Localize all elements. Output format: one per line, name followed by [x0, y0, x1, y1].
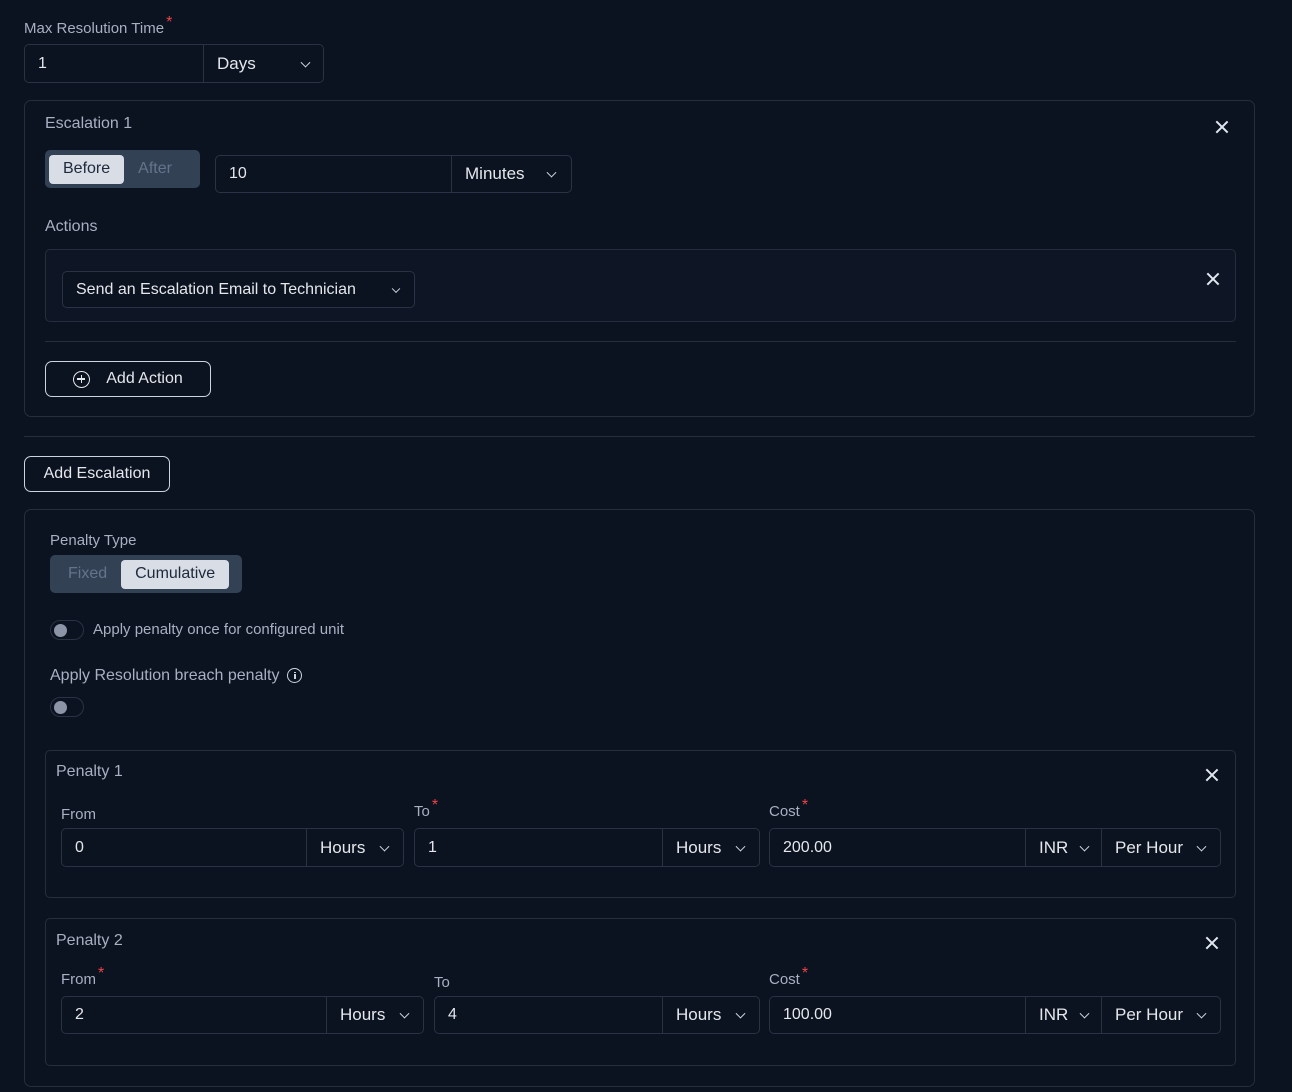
from-input[interactable]: 2 — [61, 996, 328, 1034]
segment-before[interactable]: Before — [49, 154, 125, 184]
close-escalation-icon[interactable] — [1215, 120, 1229, 134]
action-row: Send an Escalation Email to Technician — [45, 249, 1236, 322]
chevron-down-icon — [391, 284, 401, 293]
to-label-text: To — [414, 803, 430, 820]
required-marker: * — [98, 965, 105, 982]
from-unit: Hours — [340, 1005, 386, 1024]
to-value: 1 — [428, 838, 437, 856]
from-unit: Hours — [320, 837, 366, 857]
to-value: 4 — [448, 1006, 457, 1023]
action-value: Send an Escalation Email to Technician — [76, 280, 356, 298]
cost-value: 200.00 — [783, 838, 832, 856]
to-label: To — [434, 974, 450, 991]
add-action-button[interactable]: Add Action — [45, 361, 211, 397]
escalation-time-value: 10 — [229, 165, 247, 182]
cost-label-text: Cost — [769, 803, 800, 820]
max-resolution-unit: Days — [217, 53, 256, 73]
escalation-unit-select[interactable]: Minutes — [451, 155, 572, 193]
from-label: From * — [61, 965, 104, 989]
add-escalation-button[interactable]: Add Escalation — [24, 456, 170, 492]
penalty-type-toggle: Fixed Cumulative — [50, 555, 242, 593]
currency-value: INR — [1039, 1005, 1069, 1024]
chevron-down-icon — [1196, 841, 1207, 852]
divider — [45, 341, 1236, 342]
from-label-text: From — [61, 971, 96, 988]
from-value: 0 — [75, 838, 84, 856]
add-action-label: Add Action — [106, 370, 183, 387]
cost-input[interactable]: 200.00 — [769, 828, 1027, 867]
max-resolution-label-text: Max Resolution Time — [24, 20, 165, 37]
escalation-card: Escalation 1 Before After 10 Minutes Act… — [24, 100, 1255, 417]
escalation-time-input[interactable]: 10 — [215, 155, 452, 193]
required-marker: * — [801, 965, 809, 982]
to-unit-select[interactable]: Hours — [662, 996, 760, 1034]
required-marker: * — [431, 797, 439, 814]
action-select[interactable]: Send an Escalation Email to Technician — [62, 271, 415, 308]
rate-select[interactable]: Per Hour — [1101, 828, 1221, 867]
currency-select[interactable]: INR — [1025, 996, 1102, 1034]
actions-label: Actions — [45, 218, 98, 235]
rate-value: Per Hour — [1115, 1005, 1184, 1024]
required-marker: * — [801, 797, 809, 814]
currency-value: INR — [1039, 837, 1069, 857]
section-divider — [24, 436, 1255, 437]
escalation-title: Escalation 1 — [45, 115, 133, 132]
cost-value: 100.00 — [783, 1006, 832, 1023]
cost-input[interactable]: 100.00 — [769, 996, 1027, 1034]
penalty-title: Penalty 2 — [56, 932, 123, 949]
penalty-1-card: Penalty 1 From 0 Hours To * 1 Hours Cost *… — [45, 750, 1236, 898]
from-value: 2 — [75, 1006, 84, 1023]
remove-action-icon[interactable] — [1206, 272, 1220, 286]
penalty-type-label: Penalty Type — [50, 532, 137, 549]
penalty-2-card: Penalty 2 From * 2 Hours To 4 Hours Cost *… — [45, 918, 1236, 1066]
escalation-unit: Minutes — [465, 164, 525, 183]
max-resolution-value: 1 — [38, 54, 47, 72]
remove-penalty-icon[interactable] — [1205, 936, 1219, 950]
currency-select[interactable]: INR — [1025, 828, 1102, 867]
penalty-card: Penalty Type Fixed Cumulative Apply pena… — [24, 509, 1255, 1087]
chevron-down-icon — [546, 167, 557, 178]
segment-after[interactable]: After — [124, 155, 186, 184]
chevron-down-icon — [399, 1008, 410, 1019]
cost-label: Cost * — [769, 797, 808, 821]
before-after-toggle: Before After — [45, 150, 200, 188]
from-label: From — [61, 806, 96, 823]
max-resolution-unit-select[interactable]: Days — [203, 44, 324, 83]
from-input[interactable]: 0 — [61, 828, 308, 867]
chevron-down-icon — [735, 1008, 746, 1019]
segment-cumulative[interactable]: Cumulative — [121, 559, 230, 589]
chevron-down-icon — [735, 841, 746, 852]
chevron-down-icon — [1079, 1008, 1090, 1019]
chevron-down-icon — [379, 841, 390, 852]
breach-penalty-label: Apply Resolution breach penalty — [50, 667, 303, 685]
remove-penalty-icon[interactable] — [1205, 768, 1219, 782]
breach-penalty-toggle[interactable] — [50, 697, 84, 717]
chevron-down-icon — [300, 57, 311, 68]
info-icon[interactable] — [287, 668, 303, 684]
segment-fixed[interactable]: Fixed — [54, 560, 121, 589]
to-input[interactable]: 1 — [414, 828, 664, 867]
to-input[interactable]: 4 — [434, 996, 664, 1034]
add-escalation-label: Add Escalation — [43, 465, 151, 482]
rate-value: Per Hour — [1115, 837, 1184, 857]
to-unit: Hours — [676, 1005, 722, 1024]
to-label: To * — [414, 797, 438, 821]
chevron-down-icon — [1196, 1008, 1207, 1019]
plus-circle-icon — [73, 370, 91, 388]
cost-label: Cost * — [769, 965, 808, 989]
penalty-title: Penalty 1 — [56, 763, 123, 780]
apply-once-toggle[interactable] — [50, 620, 84, 640]
rate-select[interactable]: Per Hour — [1101, 996, 1221, 1034]
max-resolution-input[interactable]: 1 — [24, 44, 204, 83]
from-unit-select[interactable]: Hours — [306, 828, 404, 867]
cost-label-text: Cost — [769, 971, 800, 988]
to-unit: Hours — [676, 837, 722, 857]
required-marker: * — [166, 14, 173, 31]
max-resolution-label: Max Resolution Time * — [24, 14, 172, 38]
chevron-down-icon — [1079, 841, 1090, 852]
to-unit-select[interactable]: Hours — [662, 828, 760, 867]
apply-once-label: Apply penalty once for configured unit — [93, 621, 344, 638]
from-unit-select[interactable]: Hours — [326, 996, 424, 1034]
breach-penalty-text: Apply Resolution breach penalty — [50, 667, 280, 684]
